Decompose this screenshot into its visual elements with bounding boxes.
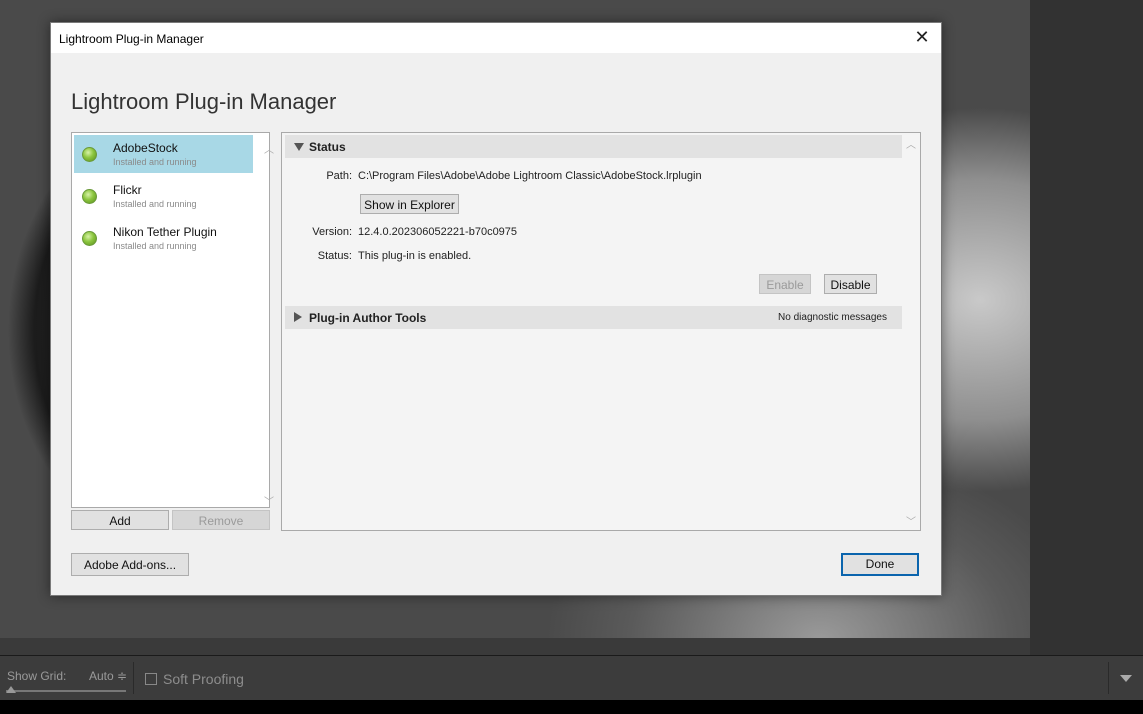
plugin-name: AdobeStock <box>113 141 178 155</box>
slider-knob-icon[interactable] <box>6 686 16 693</box>
show-grid-label: Show Grid: <box>7 669 67 683</box>
done-button[interactable]: Done <box>841 553 919 576</box>
grid-size-slider[interactable] <box>6 690 126 692</box>
version-label: Version: <box>312 226 352 238</box>
status-label: Status: <box>317 250 352 262</box>
soft-proofing-checkbox[interactable] <box>145 673 157 685</box>
plugin-item-adobestock[interactable]: AdobeStock Installed and running <box>74 135 253 173</box>
status-section-title: Status <box>309 140 346 154</box>
develop-toolbar: Show Grid: Auto ≑ Soft Proofing <box>0 655 1143 700</box>
scroll-down-icon[interactable]: ﹀ <box>906 513 916 528</box>
filmstrip-bar <box>0 700 1143 714</box>
status-value: This plug-in is enabled. <box>358 250 472 262</box>
author-tools-section-header[interactable]: Plug-in Author Tools No diagnostic messa… <box>285 306 902 329</box>
soft-proofing-label[interactable]: Soft Proofing <box>163 671 244 687</box>
path-label: Path: <box>326 170 352 182</box>
toolbar-divider-right <box>1108 662 1109 694</box>
plugin-item-nikon-tether[interactable]: Nikon Tether Plugin Installed and runnin… <box>74 219 253 257</box>
status-dot-icon <box>82 147 97 162</box>
show-in-explorer-button[interactable]: Show in Explorer <box>360 194 459 214</box>
plugin-name: Nikon Tether Plugin <box>113 225 217 239</box>
expand-right-icon <box>294 312 302 322</box>
plugin-status: Installed and running <box>113 157 197 167</box>
plugin-item-flickr[interactable]: Flickr Installed and running <box>74 177 253 215</box>
window-title: Lightroom Plug-in Manager <box>59 32 204 46</box>
toolbar-menu-triangle-icon[interactable] <box>1120 675 1132 682</box>
plugin-detail-panel: Status Path: C:\Program Files\Adobe\Adob… <box>281 132 921 531</box>
enable-button[interactable]: Enable <box>759 274 811 294</box>
scroll-up-icon[interactable]: ︿ <box>906 136 916 151</box>
plugin-status: Installed and running <box>113 199 197 209</box>
diagnostic-note: No diagnostic messages <box>778 312 887 323</box>
path-value: C:\Program Files\Adobe\Adobe Lightroom C… <box>358 170 702 182</box>
status-section-header[interactable]: Status <box>285 135 902 158</box>
page-title: Lightroom Plug-in Manager <box>71 89 337 114</box>
status-dot-icon <box>82 189 97 204</box>
plugin-manager-dialog: Lightroom Plug-in Manager ✕ Lightroom Pl… <box>50 22 942 596</box>
toolbar-divider <box>133 662 134 694</box>
right-panel-background <box>1030 0 1143 655</box>
grid-mode-select[interactable]: Auto ≑ <box>89 669 127 683</box>
plugin-name: Flickr <box>113 183 142 197</box>
disable-button[interactable]: Disable <box>824 274 877 294</box>
status-dot-icon <box>82 231 97 246</box>
close-icon[interactable]: ✕ <box>911 26 933 48</box>
expand-down-icon <box>294 143 304 151</box>
preview-bottom-strip <box>0 638 1030 655</box>
version-value: 12.4.0.202306052221-b70c0975 <box>358 226 518 238</box>
dialog-titlebar: Lightroom Plug-in Manager ✕ <box>51 23 941 53</box>
remove-button[interactable]: Remove <box>172 510 270 530</box>
adobe-addons-button[interactable]: Adobe Add-ons... <box>71 553 189 576</box>
plugin-status: Installed and running <box>113 241 197 251</box>
add-button[interactable]: Add <box>71 510 169 530</box>
plugin-list: AdobeStock Installed and running Flickr … <box>71 132 274 508</box>
author-tools-title: Plug-in Author Tools <box>309 311 427 325</box>
